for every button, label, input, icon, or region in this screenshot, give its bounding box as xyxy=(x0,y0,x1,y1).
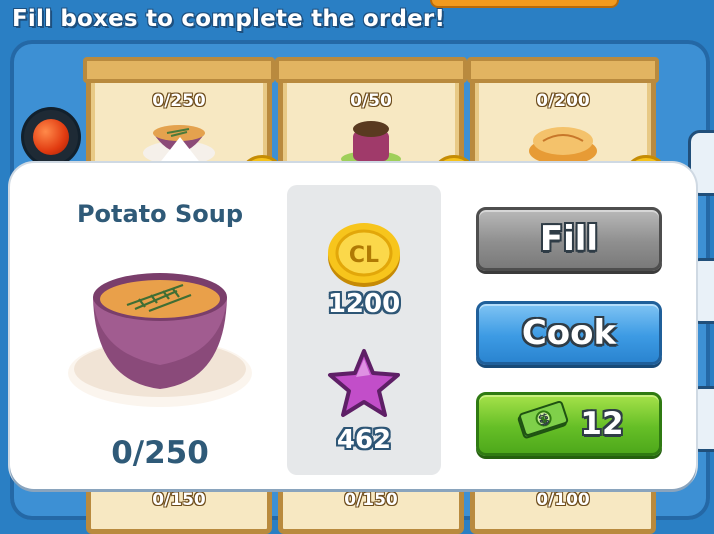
buy-with-cash-button[interactable]: $ 12 xyxy=(476,392,662,456)
item-detail-popup: Potato Soup 0/250 CL 1200 462 Fill Cook … xyxy=(10,163,696,489)
reward-coins-value: 1200 xyxy=(327,289,401,319)
item-count: 0/250 xyxy=(111,435,209,471)
cook-button-label: Cook xyxy=(521,313,617,353)
box-count: 0/150 xyxy=(152,490,206,510)
red-light-icon xyxy=(24,110,78,164)
popup-pointer xyxy=(158,137,202,165)
cash-icon: $ xyxy=(514,398,570,451)
buy-price: 12 xyxy=(580,406,624,442)
order-box-lower[interactable]: 0/100 xyxy=(470,484,656,534)
order-box-lower[interactable]: 0/150 xyxy=(278,484,464,534)
rewards-panel: CL 1200 462 xyxy=(287,185,441,475)
page-title: Fill boxes to complete the order! xyxy=(12,6,446,32)
order-box-lower[interactable]: 0/150 xyxy=(86,484,272,534)
box-count: 0/250 xyxy=(152,91,206,111)
star-icon xyxy=(326,347,402,423)
potato-soup-image xyxy=(65,261,255,425)
reward-stars-value: 462 xyxy=(336,425,392,455)
box-lid xyxy=(467,57,659,83)
fill-button[interactable]: Fill xyxy=(476,207,662,271)
cl-coin-icon: CL xyxy=(324,219,404,293)
item-name: Potato Soup xyxy=(76,200,244,228)
box-count: 0/200 xyxy=(536,91,590,111)
box-lid xyxy=(83,57,275,83)
fill-button-label: Fill xyxy=(539,219,599,259)
box-lid xyxy=(275,57,467,83)
box-count: 0/150 xyxy=(344,490,398,510)
top-orange-bar xyxy=(430,0,619,8)
box-count: 0/50 xyxy=(350,91,392,111)
box-count: 0/100 xyxy=(536,490,590,510)
cook-button[interactable]: Cook xyxy=(476,301,662,365)
coin-label: CL xyxy=(349,243,379,268)
